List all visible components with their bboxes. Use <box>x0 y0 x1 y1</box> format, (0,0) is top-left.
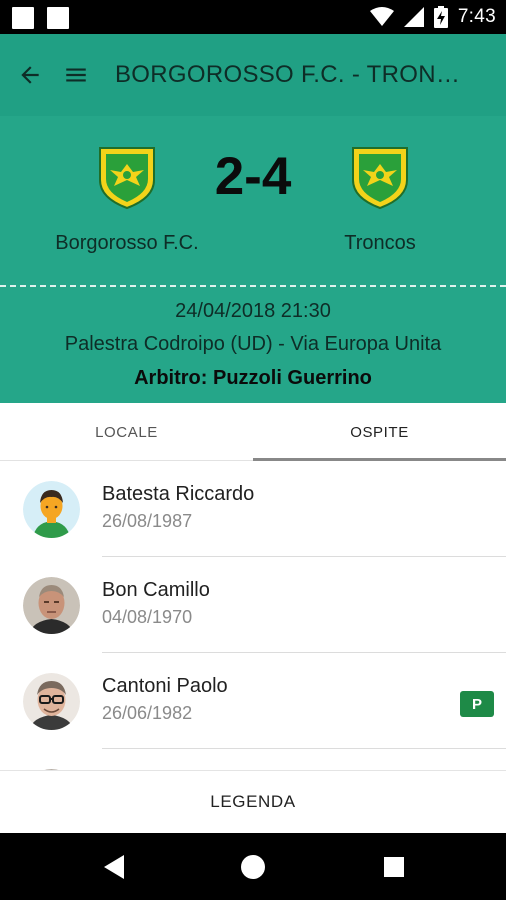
nav-home-button[interactable] <box>239 853 267 881</box>
notification-square-icon <box>47 7 69 29</box>
status-time: 7:43 <box>457 6 496 27</box>
header-divider <box>0 285 506 287</box>
menu-button[interactable] <box>56 55 96 95</box>
back-arrow-icon <box>21 66 39 84</box>
nav-back-icon <box>104 855 124 879</box>
signal-icon <box>403 7 424 27</box>
match-header: 2-4 Borgorosso F.C. Troncos 24/04/2018 2… <box>0 116 506 403</box>
role-badge: P <box>460 691 494 717</box>
list-item[interactable]: Bon Camillo 04/08/1970 <box>0 557 506 653</box>
status-bar: 7:43 <box>0 0 506 34</box>
list-item[interactable]: Cantoni Paolo 26/06/1982 P <box>0 653 506 749</box>
player-list: Batesta Riccardo 26/08/1987 Bon Camillo … <box>0 461 506 770</box>
tab-locale[interactable]: LOCALE <box>0 403 253 461</box>
match-venue: Palestra Codroipo (UD) - Via Europa Unit… <box>64 333 442 355</box>
list-item[interactable]: Batesta Riccardo 26/08/1987 <box>0 461 506 557</box>
player-dob: 26/08/1987 <box>102 511 193 531</box>
player-name: Cantoni Paolo <box>102 675 228 697</box>
list-item[interactable] <box>0 749 506 770</box>
battery-charging-icon <box>433 6 448 28</box>
match-datetime: 24/04/2018 21:30 <box>175 300 331 322</box>
team-crest-icon <box>352 147 408 210</box>
tab-ospite[interactable]: OSPITE <box>253 403 506 461</box>
player-dob: 26/06/1982 <box>102 703 193 723</box>
team-crest-icon <box>99 147 155 210</box>
app-bar: BORGOROSSO F.C. - TRONCOS <box>0 34 506 116</box>
team-tabs: LOCALE OSPITE <box>0 403 506 461</box>
avatar <box>23 673 80 730</box>
wifi-icon <box>369 7 394 26</box>
player-name: Batesta Riccardo <box>102 483 255 505</box>
match-referee: Arbitro: Puzzoli Guerrino <box>134 367 372 389</box>
player-name: Bon Camillo <box>102 579 210 601</box>
status-icons: 7:43 <box>369 4 496 30</box>
nav-back-button[interactable] <box>100 853 128 881</box>
avatar <box>23 481 80 538</box>
home-team-name: Borgorosso F.C. <box>55 232 199 254</box>
notification-square-icon <box>12 7 34 29</box>
nav-home-icon <box>241 855 265 879</box>
avatar <box>23 577 80 634</box>
legend-button[interactable]: LEGENDA <box>0 770 506 833</box>
away-team-name: Troncos <box>344 232 416 254</box>
player-dob: 04/08/1970 <box>102 607 193 627</box>
nav-recents-icon <box>384 857 404 877</box>
match-score: 2-4 <box>214 147 292 206</box>
hamburger-menu-icon <box>66 68 86 82</box>
back-button[interactable] <box>10 55 50 95</box>
nav-recents-button[interactable] <box>380 853 408 881</box>
page-title: BORGOROSSO F.C. - TRONCOS <box>115 61 475 88</box>
system-nav-bar <box>0 833 506 900</box>
